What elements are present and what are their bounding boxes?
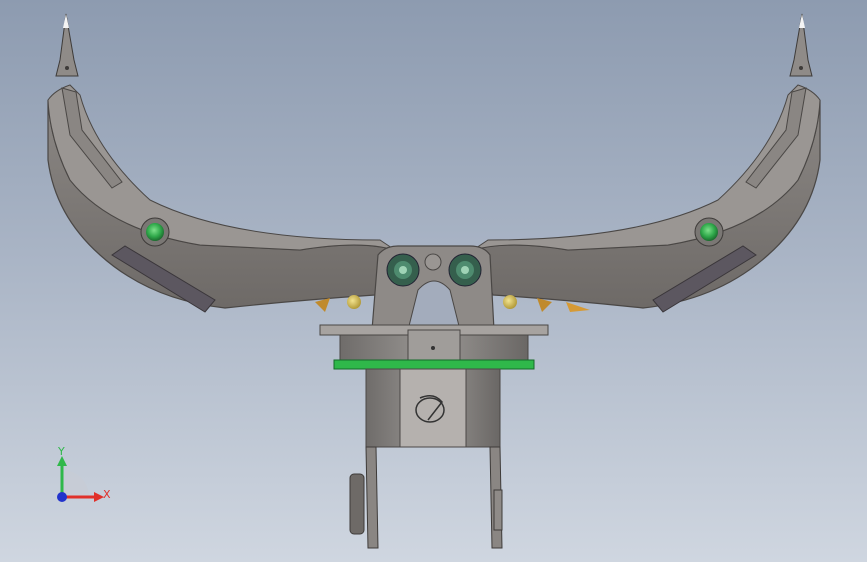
left-arm[interactable] [47, 13, 396, 313]
axis-x-label: X [103, 488, 111, 501]
rotator-body[interactable] [365, 368, 501, 448]
grapple-model[interactable]: Y X [0, 0, 867, 562]
hub-right-bolt-icon [448, 253, 482, 287]
hub-left-bolt-icon [386, 253, 420, 287]
coordinate-triad-icon [57, 456, 104, 502]
right-pivot-bolt-icon [694, 217, 724, 247]
green-flange [333, 359, 535, 370]
link-ears[interactable] [349, 446, 503, 549]
cad-viewport[interactable]: Y X [0, 0, 867, 562]
right-arm[interactable] [472, 13, 821, 313]
left-pivot-bolt-icon [140, 217, 170, 247]
center-hub[interactable] [371, 245, 495, 331]
axis-y-label: Y [57, 445, 65, 458]
